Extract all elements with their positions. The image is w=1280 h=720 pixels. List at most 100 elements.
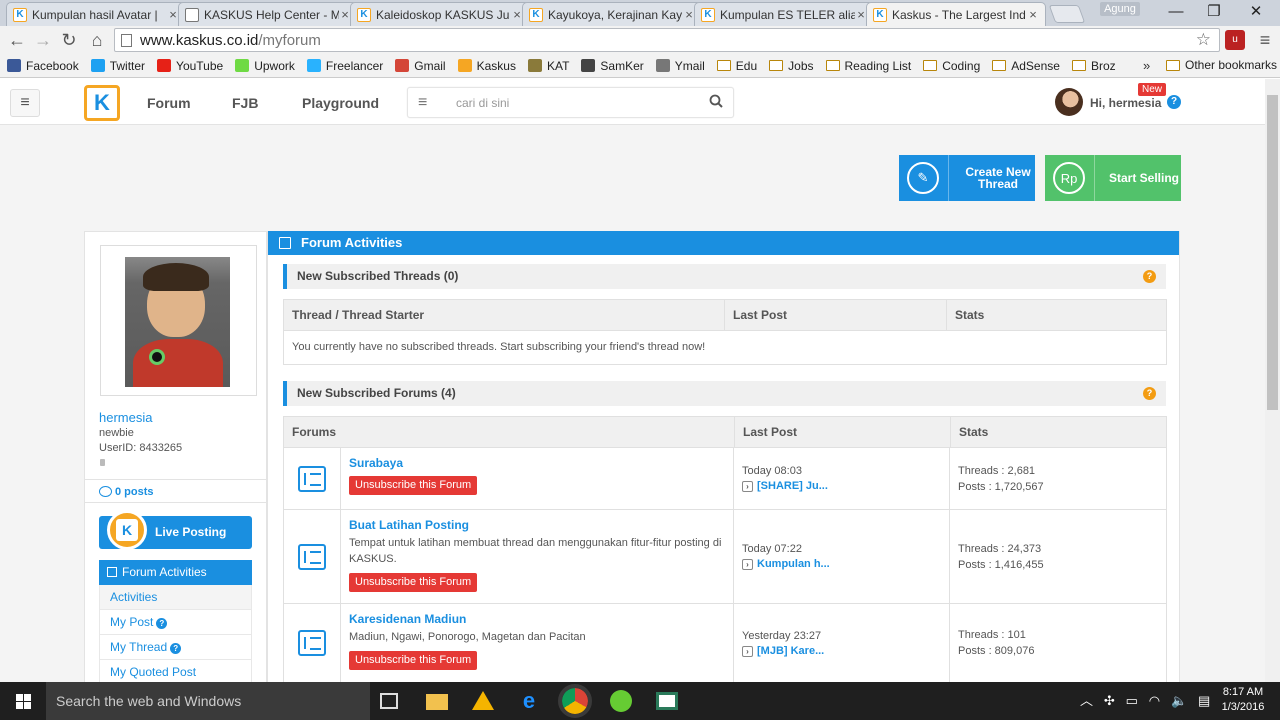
home-icon[interactable]: ⌂ bbox=[86, 29, 108, 51]
back-arrow-icon[interactable]: ← bbox=[6, 29, 28, 51]
bookmark-item[interactable]: SamKer bbox=[581, 59, 644, 73]
help-icon[interactable]: ? bbox=[1167, 95, 1181, 109]
bookmark-item[interactable]: Jobs bbox=[769, 59, 814, 73]
search-input[interactable] bbox=[456, 94, 696, 112]
browser-tab[interactable]: K Kayukoya, Kerajinan Kay × bbox=[522, 2, 702, 26]
reload-icon[interactable]: ↻ bbox=[58, 29, 80, 51]
help-icon[interactable]: ? bbox=[1143, 270, 1156, 283]
bookmark-item[interactable]: Twitter bbox=[90, 59, 145, 73]
taskbar-clock[interactable]: 8:17 AM 1/3/2016 bbox=[1218, 685, 1268, 715]
volume-icon[interactable]: 🔈 bbox=[1171, 693, 1187, 708]
bookmark-item[interactable]: Upwork bbox=[235, 59, 295, 73]
app-window-icon[interactable] bbox=[656, 692, 678, 710]
notifications-icon[interactable]: ▤ bbox=[1198, 693, 1210, 708]
maximize-icon[interactable]: ❐ bbox=[1196, 0, 1232, 24]
bookmark-item[interactable]: AdSense bbox=[992, 59, 1060, 73]
help-icon[interactable]: ? bbox=[156, 618, 168, 629]
user-greeting[interactable]: Hi, hermesia bbox=[1090, 96, 1161, 110]
taskbar-search-input[interactable]: Search the web and Windows bbox=[46, 682, 370, 720]
utorrent-icon[interactable] bbox=[610, 690, 632, 712]
system-tray: ︿ ✣ ▭ ◠ 🔈 ▤ bbox=[1080, 682, 1210, 720]
other-bookmarks[interactable]: Other bookmarks bbox=[1166, 58, 1277, 72]
page-info-icon[interactable] bbox=[121, 33, 132, 47]
menu-hamburger-icon[interactable]: ≡ bbox=[10, 89, 40, 117]
bookmark-star-icon[interactable]: ☆ bbox=[1196, 30, 1211, 50]
nav-forum[interactable]: Forum bbox=[147, 95, 191, 111]
bookmark-item[interactable]: Coding bbox=[923, 59, 980, 73]
bookmark-item[interactable]: Freelancer bbox=[306, 59, 383, 73]
sidebar-menu-item[interactable]: My Quoted Post bbox=[99, 660, 252, 682]
forum-name[interactable]: Karesidenan Madiun bbox=[349, 612, 725, 626]
bookmark-item[interactable]: Gmail bbox=[395, 59, 446, 73]
chrome-icon[interactable] bbox=[558, 684, 592, 718]
google-drive-icon[interactable] bbox=[472, 691, 494, 710]
chrome-menu-icon[interactable]: ≡ bbox=[1254, 29, 1276, 51]
forum-list-icon[interactable] bbox=[298, 465, 326, 492]
edge-browser-icon[interactable]: e bbox=[518, 690, 540, 712]
address-bar[interactable]: www.kaskus.co.id/myforum ☆ bbox=[114, 28, 1220, 52]
sidebar-menu-label: Activities bbox=[110, 590, 158, 604]
bookmarks-overflow-icon[interactable]: » bbox=[1143, 58, 1150, 73]
search-category-menu-icon[interactable]: ≡ bbox=[418, 94, 427, 112]
browser-profile-badge[interactable]: Agung bbox=[1100, 2, 1140, 16]
profile-avatar-image[interactable] bbox=[125, 257, 230, 387]
create-new-thread-button[interactable]: ✎ Create New Thread bbox=[899, 155, 1035, 201]
user-avatar[interactable] bbox=[1055, 88, 1083, 116]
help-icon[interactable]: ? bbox=[170, 643, 182, 654]
browser-tab[interactable]: K Kaleidoskop KASKUS Ju × bbox=[350, 2, 530, 26]
nav-playground[interactable]: Playground bbox=[302, 95, 379, 111]
last-post-link[interactable]: › [SHARE] Ju... bbox=[742, 480, 949, 492]
bookmark-item[interactable]: Edu bbox=[716, 59, 757, 73]
browser-tab[interactable]: K Kaskus - The Largest Ind × bbox=[866, 2, 1046, 26]
live-posting-button[interactable]: K Live Posting bbox=[99, 510, 252, 550]
forward-arrow-icon[interactable]: → bbox=[32, 29, 54, 51]
battery-icon[interactable]: ▭ bbox=[1126, 693, 1138, 708]
close-tab-icon[interactable]: × bbox=[1027, 7, 1039, 22]
forum-cell-icon bbox=[284, 604, 341, 682]
kaskus-logo[interactable]: K bbox=[84, 85, 120, 121]
start-selling-button[interactable]: Rp Start Selling bbox=[1045, 155, 1181, 201]
tab-title: KASKUS Help Center - M bbox=[204, 7, 339, 22]
nav-fjb[interactable]: FJB bbox=[232, 95, 258, 111]
unsubscribe-button[interactable]: Unsubscribe this Forum bbox=[349, 651, 478, 670]
scrollbar-thumb[interactable] bbox=[1267, 95, 1278, 410]
forum-name[interactable]: Surabaya bbox=[349, 456, 725, 470]
browser-tab[interactable]: K Kumpulan hasil Avatar | × bbox=[6, 2, 186, 26]
posts-count-row[interactable]: 0 posts bbox=[85, 479, 266, 503]
bookmark-item[interactable]: KAT bbox=[527, 59, 569, 73]
last-post-link[interactable]: › [MJB] Kare... bbox=[742, 645, 949, 657]
bookmark-item[interactable]: Kaskus bbox=[457, 59, 516, 73]
wifi-icon[interactable]: ◠ bbox=[1149, 693, 1160, 708]
bookmark-item[interactable]: Facebook bbox=[7, 59, 79, 73]
close-window-icon[interactable]: ✕ bbox=[1238, 0, 1274, 24]
bookmark-item[interactable]: Reading List bbox=[825, 59, 911, 73]
dropbox-icon[interactable]: ✣ bbox=[1104, 693, 1115, 708]
unsubscribe-button[interactable]: Unsubscribe this Forum bbox=[349, 573, 478, 592]
last-post-link[interactable]: › Kumpulan h... bbox=[742, 558, 949, 570]
sidebar-menu-item[interactable]: My Thread? bbox=[99, 635, 252, 660]
forum-list-icon[interactable] bbox=[298, 630, 326, 656]
browser-tab[interactable]: KASKUS Help Center - M × bbox=[178, 2, 358, 26]
sidebar-menu-item[interactable]: Activities bbox=[99, 585, 252, 610]
new-tab-button[interactable] bbox=[1048, 5, 1086, 23]
extension-ublock-icon[interactable]: u bbox=[1225, 30, 1245, 50]
tray-chevron-icon[interactable]: ︿ bbox=[1080, 693, 1093, 708]
unsubscribe-button[interactable]: Unsubscribe this Forum bbox=[349, 476, 478, 495]
start-button[interactable] bbox=[0, 682, 46, 720]
profile-username[interactable]: hermesia bbox=[99, 410, 152, 425]
rupiah-icon: Rp bbox=[1053, 162, 1085, 194]
forum-name[interactable]: Buat Latihan Posting bbox=[349, 518, 725, 532]
bookmark-item[interactable]: Ymail bbox=[655, 59, 705, 73]
help-icon[interactable]: ? bbox=[1143, 387, 1156, 400]
forum-list-icon[interactable] bbox=[298, 543, 326, 570]
browser-tab[interactable]: K Kumpulan ES TELER alias × bbox=[694, 2, 874, 26]
file-explorer-icon[interactable] bbox=[426, 694, 448, 710]
forum-activities-panel: Forum Activities New Subscribed Threads … bbox=[267, 231, 1180, 682]
bookmark-item[interactable]: YouTube bbox=[157, 59, 223, 73]
page-scrollbar[interactable] bbox=[1265, 79, 1280, 682]
bookmark-item[interactable]: Broz bbox=[1071, 59, 1116, 73]
sidebar-menu-item[interactable]: My Post? bbox=[99, 610, 252, 635]
task-view-icon[interactable] bbox=[380, 693, 398, 709]
search-icon[interactable] bbox=[709, 94, 723, 108]
minimize-icon[interactable]: — bbox=[1158, 0, 1194, 24]
